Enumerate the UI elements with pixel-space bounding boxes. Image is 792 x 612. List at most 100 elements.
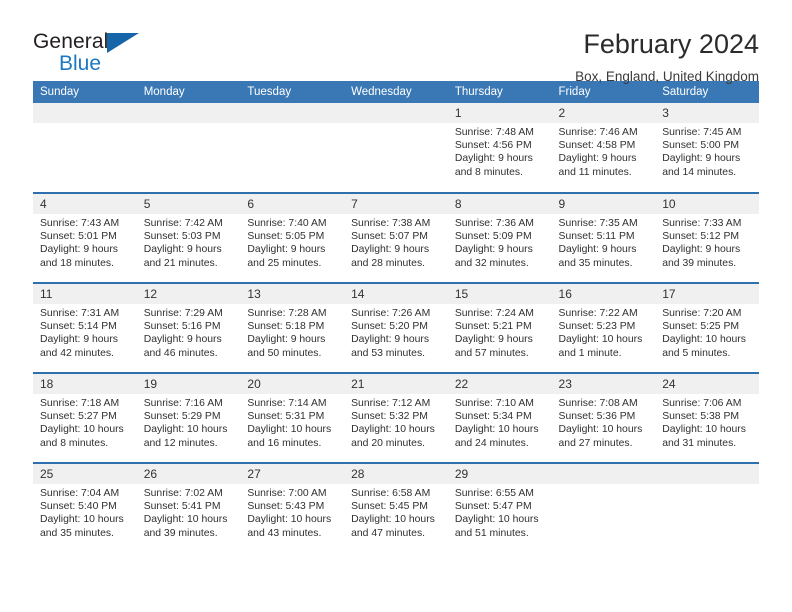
day-cell[interactable]: 21 Sunrise: 7:12 AM Sunset: 5:32 PM Dayligh… bbox=[344, 374, 448, 462]
sunset-text: Sunset: 5:40 PM bbox=[40, 501, 117, 513]
day-number bbox=[344, 103, 448, 123]
sunset-text: Sunset: 5:25 PM bbox=[662, 321, 740, 333]
day-cell[interactable]: 24 Sunrise: 7:06 AM Sunset: 5:38 PM Dayligh… bbox=[655, 374, 759, 462]
day-sun-details: Sunrise: 7:40 AM Sunset: 5:05 PM Daylight:… bbox=[240, 214, 344, 270]
day-cell[interactable]: 2 Sunrise: 7:46 AM Sunset: 4:58 PM Daylight… bbox=[551, 103, 656, 191]
sunset-text: Sunset: 5:03 PM bbox=[143, 231, 221, 243]
day-cell[interactable]: 19 Sunrise: 7:16 AM Sunset: 5:29 PM Dayligh… bbox=[136, 374, 241, 462]
calendar-cell: 8 Sunrise: 7:36 AM Sunset: 5:09 PM Daylight… bbox=[447, 192, 552, 283]
calendar-week-row: 4 Sunrise: 7:43 AM Sunset: 5:01 PM Daylight… bbox=[33, 192, 759, 283]
sunrise-text: Sunrise: 7:28 AM bbox=[247, 308, 327, 319]
calendar-cell: 13 Sunrise: 7:28 AM Sunset: 5:18 PM Dayligh… bbox=[240, 282, 345, 373]
day-number bbox=[136, 103, 241, 123]
day-sun-details: Sunrise: 7:31 AM Sunset: 5:14 PM Daylight:… bbox=[33, 304, 137, 360]
daylight-text-line2: and 35 minutes. bbox=[40, 527, 114, 539]
day-cell[interactable]: 25 Sunrise: 7:04 AM Sunset: 5:40 PM Dayligh… bbox=[33, 464, 137, 552]
day-cell[interactable]: 23 Sunrise: 7:08 AM Sunset: 5:36 PM Dayligh… bbox=[551, 374, 656, 462]
calendar-cell: 27 Sunrise: 7:00 AM Sunset: 5:43 PM Dayligh… bbox=[240, 462, 345, 553]
sunset-text: Sunset: 5:34 PM bbox=[454, 411, 532, 423]
sunset-text: Sunset: 5:23 PM bbox=[558, 321, 636, 333]
general-blue-logo[interactable]: General Blue bbox=[33, 27, 153, 75]
daylight-text-line1: Daylight: 9 hours bbox=[662, 244, 741, 256]
day-number: 6 bbox=[240, 194, 345, 214]
daylight-text-line2: and 25 minutes. bbox=[247, 257, 322, 269]
logo-triangle-icon bbox=[107, 33, 139, 53]
day-cell-empty bbox=[240, 103, 345, 191]
day-cell[interactable]: 20 Sunrise: 7:14 AM Sunset: 5:31 PM Dayligh… bbox=[240, 374, 345, 462]
sunset-text: Sunset: 5:11 PM bbox=[558, 231, 635, 243]
day-cell-empty bbox=[655, 464, 759, 552]
daylight-text-line1: Daylight: 10 hours bbox=[558, 334, 643, 346]
day-number bbox=[551, 464, 656, 484]
day-cell[interactable]: 28 Sunrise: 6:58 AM Sunset: 5:45 PM Dayligh… bbox=[344, 464, 448, 552]
daylight-text-line1: Daylight: 9 hours bbox=[454, 244, 533, 256]
day-cell[interactable]: 14 Sunrise: 7:26 AM Sunset: 5:20 PM Dayligh… bbox=[344, 284, 448, 372]
calendar-cell: 6 Sunrise: 7:40 AM Sunset: 5:05 PM Daylight… bbox=[240, 192, 345, 283]
day-cell[interactable]: 7 Sunrise: 7:38 AM Sunset: 5:07 PM Daylight… bbox=[344, 194, 448, 282]
sunrise-text: Sunrise: 7:04 AM bbox=[40, 488, 120, 499]
sunset-text: Sunset: 5:18 PM bbox=[247, 321, 325, 333]
day-cell[interactable]: 18 Sunrise: 7:18 AM Sunset: 5:27 PM Dayligh… bbox=[33, 374, 137, 462]
daylight-text-line1: Daylight: 10 hours bbox=[143, 424, 228, 436]
day-cell[interactable]: 11 Sunrise: 7:31 AM Sunset: 5:14 PM Dayligh… bbox=[33, 284, 137, 372]
day-cell[interactable]: 29 Sunrise: 6:55 AM Sunset: 5:47 PM Dayligh… bbox=[447, 464, 552, 552]
day-number: 15 bbox=[447, 284, 552, 304]
calendar-cell: 12 Sunrise: 7:29 AM Sunset: 5:16 PM Dayligh… bbox=[136, 282, 241, 373]
calendar-cell: 1 Sunrise: 7:48 AM Sunset: 4:56 PM Daylight… bbox=[447, 103, 552, 193]
sunset-text: Sunset: 5:09 PM bbox=[454, 231, 532, 243]
sunset-text: Sunset: 5:14 PM bbox=[40, 321, 117, 333]
daylight-text-line2: and 50 minutes. bbox=[247, 347, 322, 359]
sunrise-text: Sunrise: 7:35 AM bbox=[558, 218, 638, 229]
day-sun-details: Sunrise: 7:36 AM Sunset: 5:09 PM Daylight:… bbox=[448, 214, 552, 270]
daylight-text-line1: Daylight: 10 hours bbox=[662, 424, 746, 436]
calendar-week-row: 1 Sunrise: 7:48 AM Sunset: 4:56 PM Daylight… bbox=[33, 103, 759, 193]
day-number: 4 bbox=[33, 194, 137, 214]
daylight-text-line2: and 12 minutes. bbox=[143, 437, 218, 449]
daylight-text-line1: Daylight: 9 hours bbox=[143, 334, 222, 346]
day-cell[interactable]: 22 Sunrise: 7:10 AM Sunset: 5:34 PM Dayligh… bbox=[447, 374, 552, 462]
daylight-text-line1: Daylight: 10 hours bbox=[247, 514, 332, 526]
daylight-text-line2: and 43 minutes. bbox=[247, 527, 322, 539]
day-cell[interactable]: 13 Sunrise: 7:28 AM Sunset: 5:18 PM Dayligh… bbox=[240, 284, 345, 372]
daylight-text-line2: and 47 minutes. bbox=[351, 527, 426, 539]
sunrise-text: Sunrise: 7:33 AM bbox=[662, 218, 742, 229]
day-sun-details: Sunrise: 7:35 AM Sunset: 5:11 PM Daylight:… bbox=[552, 214, 656, 270]
calendar-cell: 29 Sunrise: 6:55 AM Sunset: 5:47 PM Dayligh… bbox=[447, 462, 552, 553]
calendar-cell bbox=[136, 103, 241, 193]
daylight-text-line1: Daylight: 9 hours bbox=[40, 244, 118, 256]
sunrise-text: Sunrise: 7:45 AM bbox=[662, 127, 742, 138]
day-cell[interactable]: 3 Sunrise: 7:45 AM Sunset: 5:00 PM Daylight… bbox=[655, 103, 759, 191]
day-number: 13 bbox=[240, 284, 345, 304]
daylight-text-line1: Daylight: 9 hours bbox=[558, 244, 637, 256]
day-cell[interactable]: 9 Sunrise: 7:35 AM Sunset: 5:11 PM Daylight… bbox=[551, 194, 656, 282]
daylight-text-line2: and 35 minutes. bbox=[558, 257, 633, 269]
calendar-cell: 26 Sunrise: 7:02 AM Sunset: 5:41 PM Dayligh… bbox=[136, 462, 241, 553]
sunset-text: Sunset: 5:47 PM bbox=[454, 501, 532, 513]
sunset-text: Sunset: 5:20 PM bbox=[351, 321, 428, 333]
sunrise-text: Sunrise: 7:38 AM bbox=[351, 218, 431, 229]
day-cell[interactable]: 27 Sunrise: 7:00 AM Sunset: 5:43 PM Dayligh… bbox=[240, 464, 345, 552]
day-number: 12 bbox=[136, 284, 241, 304]
calendar-page: General Blue February 2024 Box, England,… bbox=[0, 0, 792, 612]
daylight-text-line1: Daylight: 10 hours bbox=[40, 424, 124, 436]
day-cell[interactable]: 10 Sunrise: 7:33 AM Sunset: 5:12 PM Dayligh… bbox=[655, 194, 759, 282]
day-sun-details: Sunrise: 7:28 AM Sunset: 5:18 PM Daylight:… bbox=[240, 304, 344, 360]
day-cell[interactable]: 6 Sunrise: 7:40 AM Sunset: 5:05 PM Daylight… bbox=[240, 194, 345, 282]
day-cell[interactable]: 8 Sunrise: 7:36 AM Sunset: 5:09 PM Daylight… bbox=[447, 194, 552, 282]
day-cell[interactable]: 1 Sunrise: 7:48 AM Sunset: 4:56 PM Daylight… bbox=[447, 103, 552, 191]
sunset-text: Sunset: 5:36 PM bbox=[558, 411, 636, 423]
day-cell[interactable]: 15 Sunrise: 7:24 AM Sunset: 5:21 PM Dayligh… bbox=[447, 284, 552, 372]
daylight-text-line2: and 51 minutes. bbox=[454, 527, 529, 539]
sunrise-text: Sunrise: 7:08 AM bbox=[558, 398, 638, 409]
weekday-header-wednesday: Wednesday bbox=[344, 81, 448, 103]
day-cell[interactable]: 12 Sunrise: 7:29 AM Sunset: 5:16 PM Dayligh… bbox=[136, 284, 241, 372]
day-sun-details: Sunrise: 7:18 AM Sunset: 5:27 PM Daylight:… bbox=[33, 394, 137, 450]
day-cell[interactable]: 5 Sunrise: 7:42 AM Sunset: 5:03 PM Daylight… bbox=[136, 194, 241, 282]
day-cell[interactable]: 4 Sunrise: 7:43 AM Sunset: 5:01 PM Daylight… bbox=[33, 194, 137, 282]
day-cell[interactable]: 26 Sunrise: 7:02 AM Sunset: 5:41 PM Dayligh… bbox=[136, 464, 241, 552]
day-cell[interactable]: 16 Sunrise: 7:22 AM Sunset: 5:23 PM Dayligh… bbox=[551, 284, 656, 372]
sunset-text: Sunset: 5:29 PM bbox=[143, 411, 221, 423]
day-cell[interactable]: 17 Sunrise: 7:20 AM Sunset: 5:25 PM Dayligh… bbox=[655, 284, 759, 372]
sunrise-text: Sunrise: 6:55 AM bbox=[454, 488, 534, 499]
daylight-text-line1: Daylight: 10 hours bbox=[662, 334, 746, 346]
